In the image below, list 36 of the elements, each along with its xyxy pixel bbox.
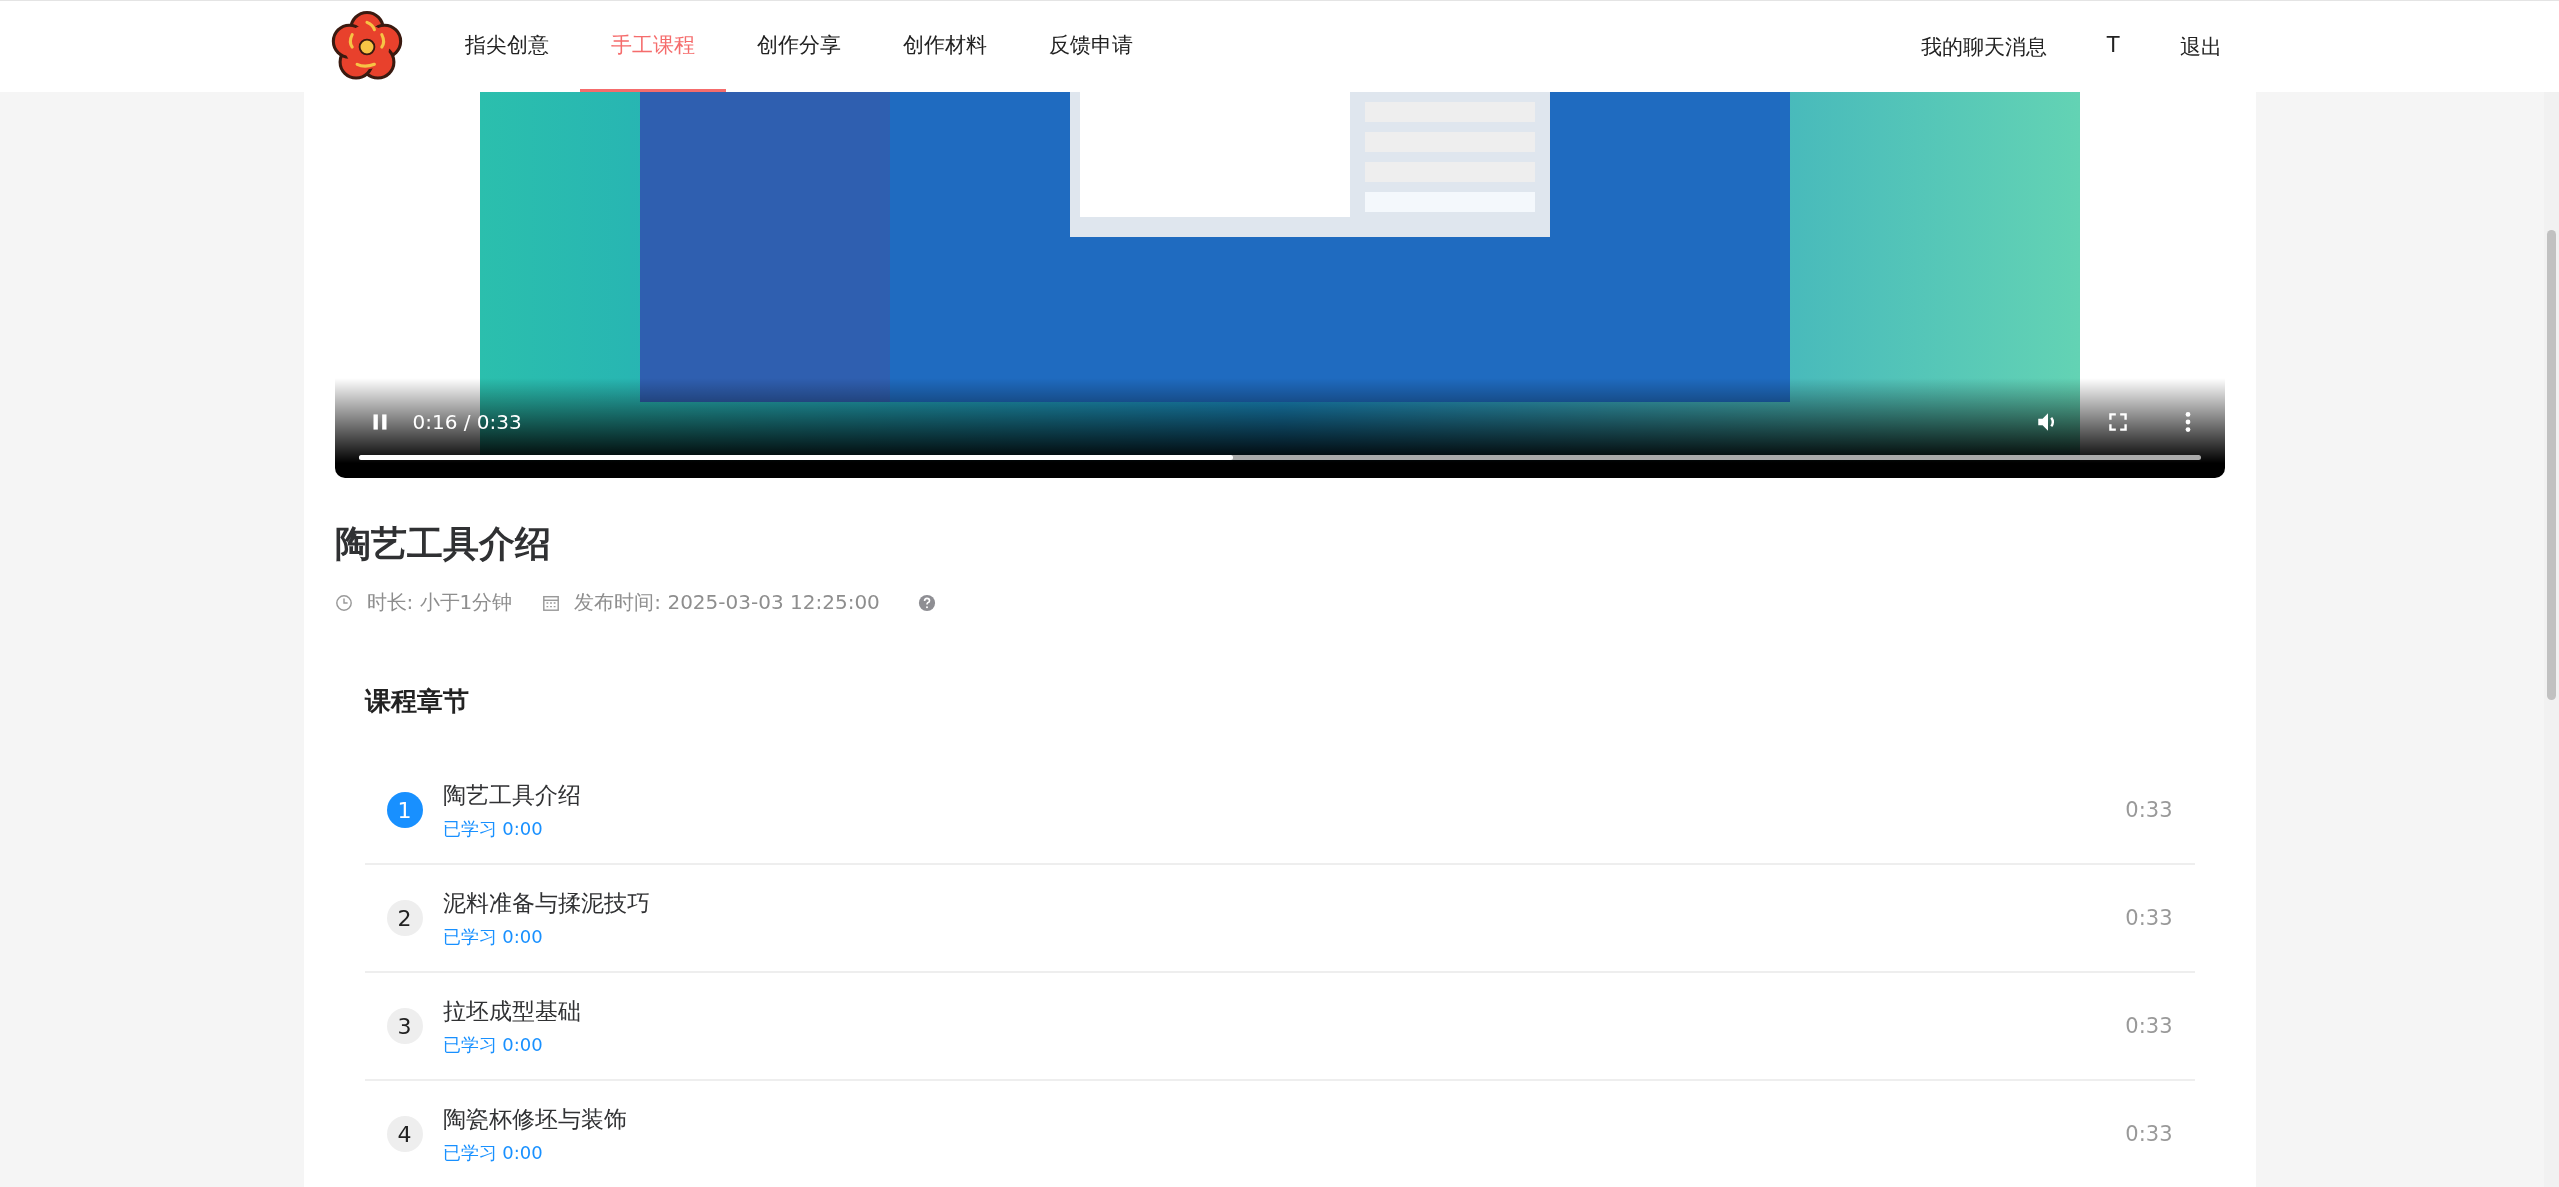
chapter-duration: 0:33 [2125,906,2173,930]
publish-date: 发布时间: 2025-03-03 12:25:00 [574,589,880,616]
chapter-duration: 0:33 [2125,1122,2173,1146]
nav-tab[interactable]: 创作材料 [871,1,1018,92]
nav-tab[interactable]: 创作分享 [725,1,872,92]
chapter-row[interactable]: 1 陶艺工具介绍 已学习 0:00 0:33 [364,757,2195,865]
nav-tab[interactable]: 指尖创意 [433,1,580,92]
duration-text: 时长: 小于1分钟 [366,589,513,616]
chapter-duration: 0:33 [2125,1014,2173,1038]
chapter-number: 3 [386,1008,423,1044]
chapter-number: 2 [386,900,423,936]
nav-link[interactable]: 退出 [2179,32,2222,61]
study-progress: 已学习 0:00 [442,1140,544,1165]
chapter-duration: 0:33 [2125,798,2173,822]
clock-icon [334,593,353,612]
study-progress: 已学习 0:00 [442,1032,544,1057]
playback-time: 0:16 / 0:33 [412,410,522,434]
nav-link[interactable]: 我的聊天消息 [1920,32,2047,61]
study-progress: 已学习 0:00 [442,816,544,841]
chapter-title: 泥料准备与揉泥技巧 [442,888,650,918]
chapter-number: 4 [386,1116,423,1152]
chapter-title: 陶艺工具介绍 [442,780,581,810]
study-progress: 已学习 0:00 [442,924,544,949]
chapter-row[interactable]: 3 拉坯成型基础 已学习 0:00 0:33 [364,973,2195,1081]
help-icon[interactable] [917,593,936,612]
section-heading: 课程章节 [364,685,470,718]
nav-tab[interactable]: 反馈申请 [1017,1,1164,92]
chapter-number: 1 [386,792,423,828]
nav-link[interactable]: T [2106,32,2120,61]
chapter-row[interactable]: 2 泥料准备与揉泥技巧 已学习 0:00 0:33 [364,865,2195,973]
chapter-title: 陶瓷杯修坯与装饰 [442,1104,627,1134]
chapter-title: 拉坯成型基础 [442,996,581,1026]
scrollbar[interactable] [2547,230,2556,700]
course-title: 陶艺工具介绍 [334,522,552,566]
calendar-icon [542,593,561,612]
chapter-row[interactable]: 4 陶瓷杯修坯与装饰 已学习 0:00 0:33 [364,1081,2195,1187]
